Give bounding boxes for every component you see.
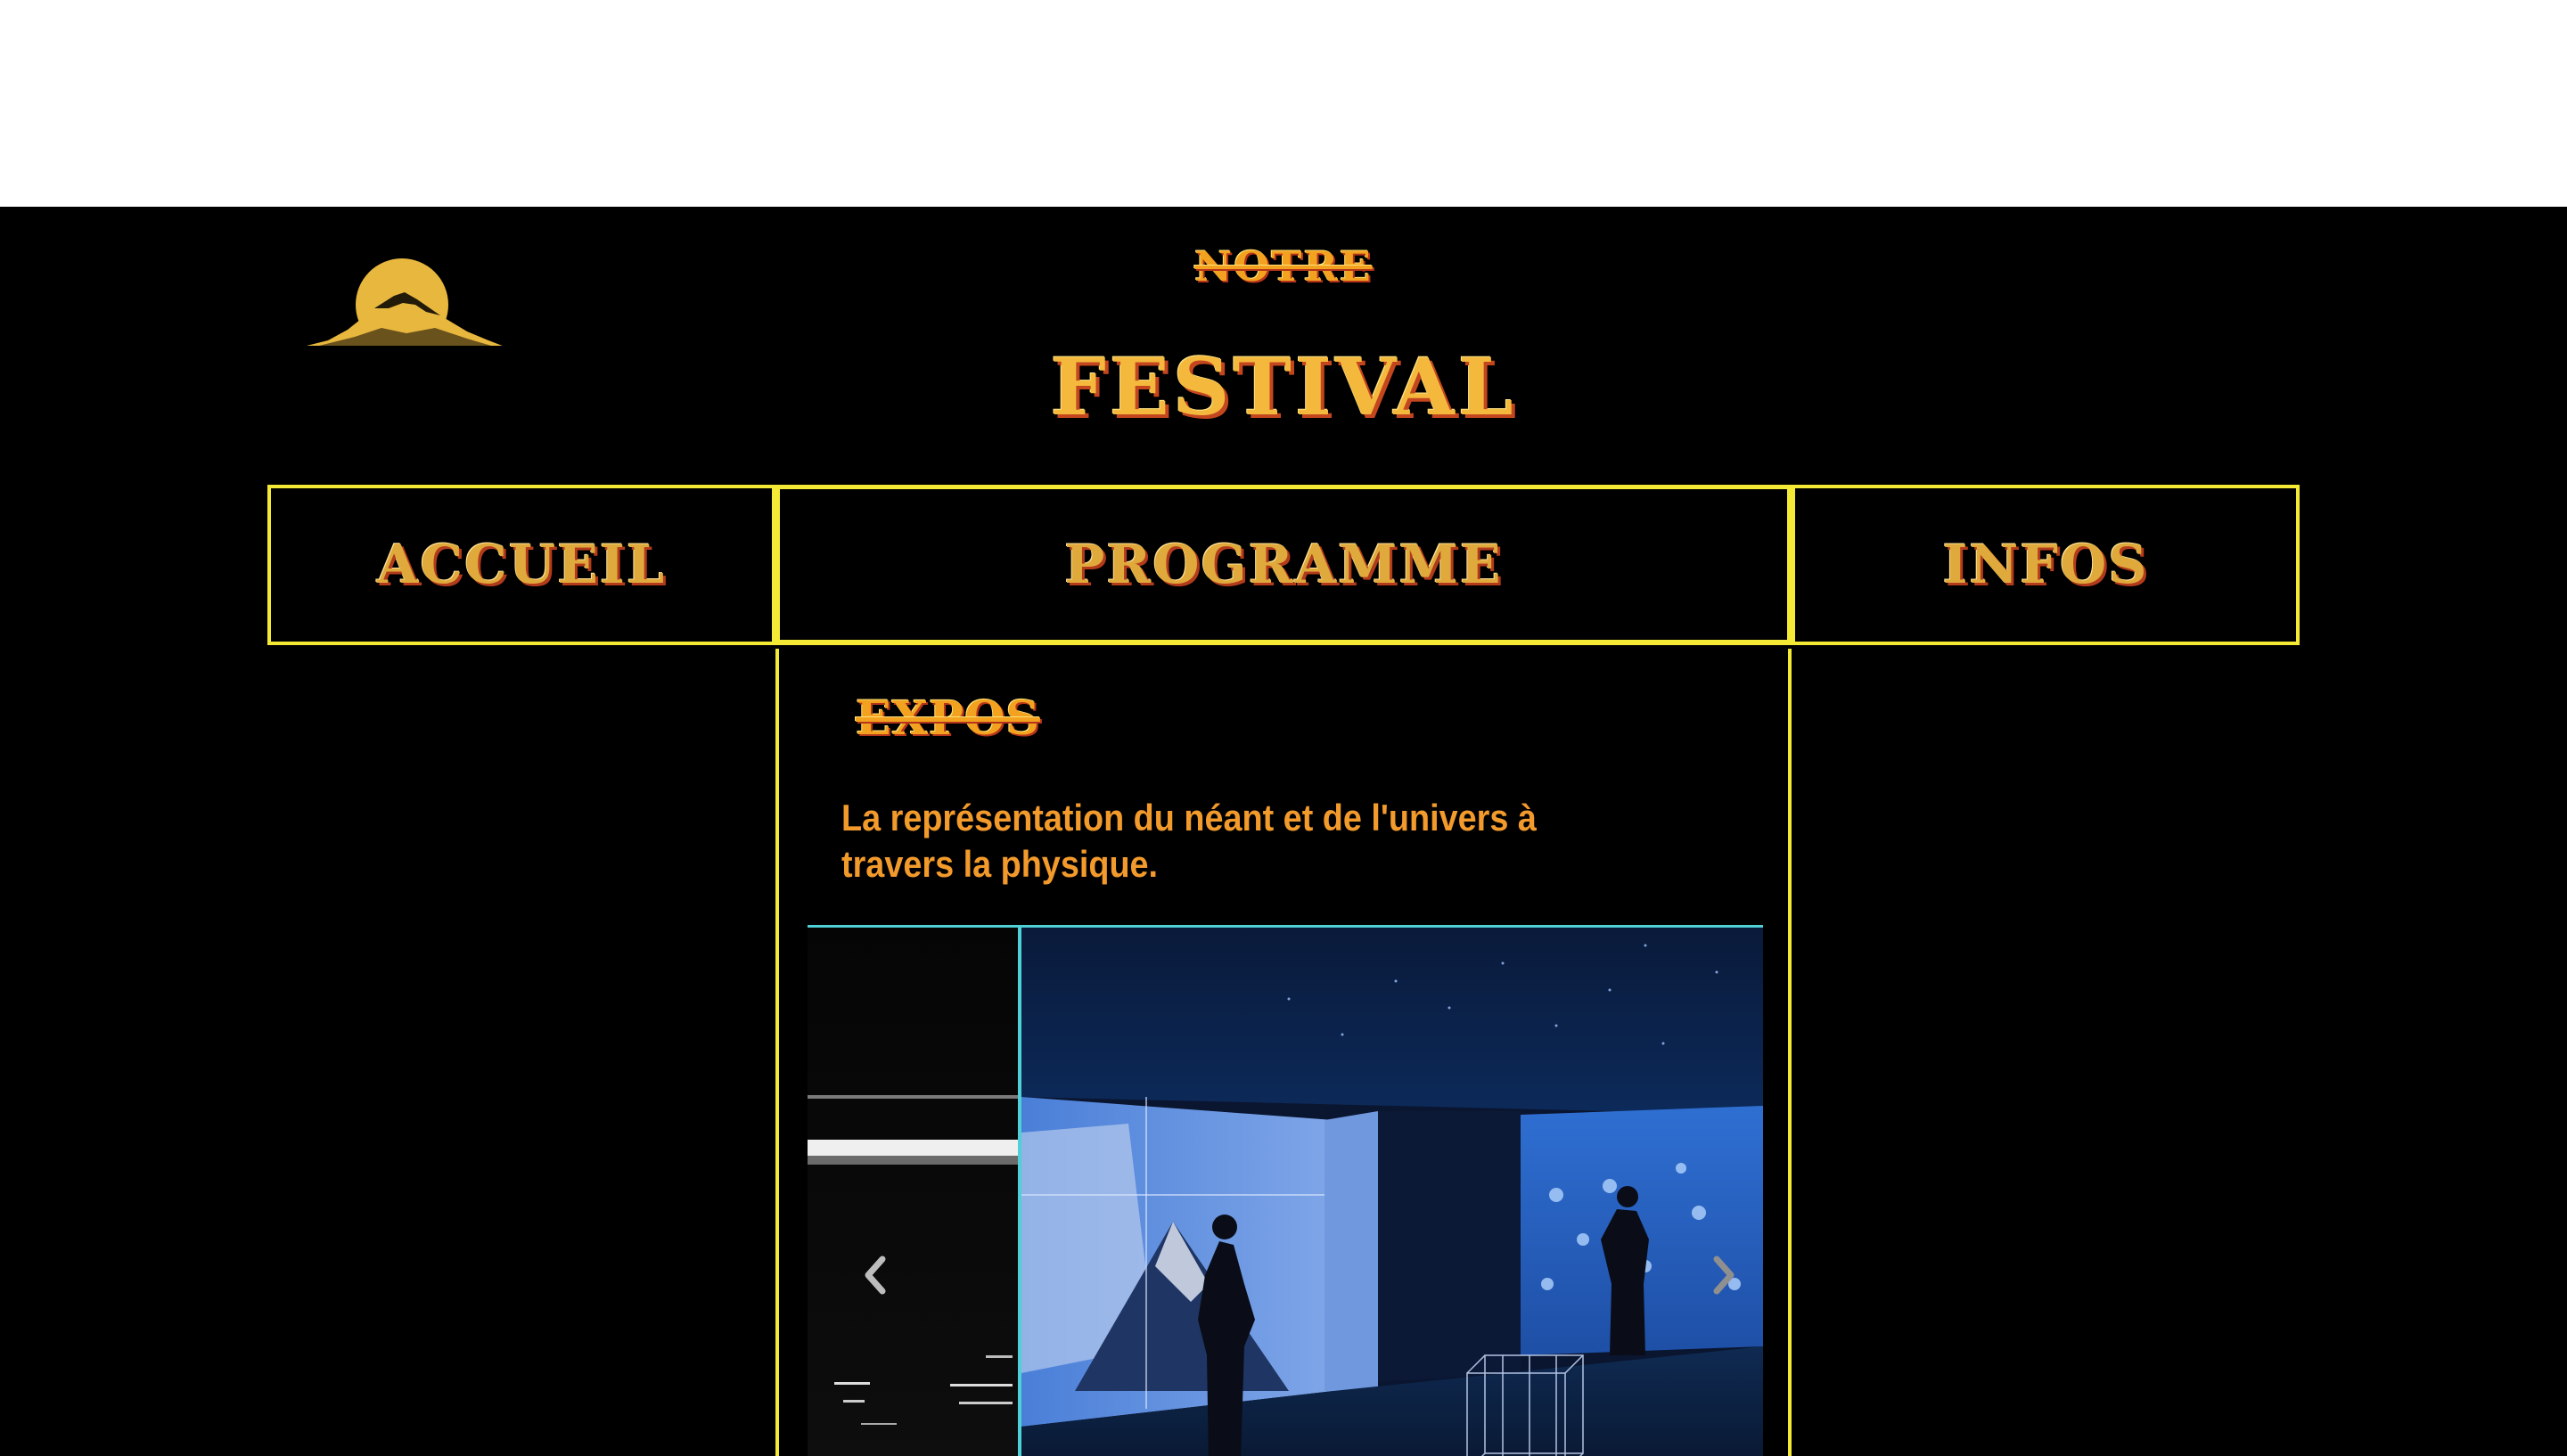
- nav-item-infos[interactable]: INFOS: [1792, 485, 2300, 645]
- nav-item-label: INFOS: [1942, 534, 2149, 596]
- page-stage: NOTRE FESTIVAL ACCUEIL PROGRAMME INFOS E…: [0, 207, 2567, 1456]
- image-carousel: [808, 925, 1763, 1456]
- carousel-slide-main: [1021, 928, 1763, 1456]
- section-heading[interactable]: EXPOS: [856, 691, 1040, 746]
- programme-dropdown-panel: EXPOS La représentation du néant et de l…: [775, 649, 1792, 1456]
- chevron-right-icon[interactable]: [1701, 1248, 1745, 1302]
- nav-item-label: PROGRAMME: [1064, 533, 1503, 596]
- nav-item-programme[interactable]: PROGRAMME: [775, 485, 1792, 645]
- nav-item-accueil[interactable]: ACCUEIL: [267, 485, 775, 645]
- header-title-top: NOTRE: [1194, 242, 1373, 290]
- carousel-slide-previous: [808, 928, 1021, 1456]
- nav-item-label: ACCUEIL: [376, 534, 667, 596]
- browser-blank-area: [0, 0, 2567, 207]
- mountain-sun-logo[interactable]: [292, 253, 512, 351]
- chevron-left-icon[interactable]: [854, 1248, 898, 1302]
- header-title-main: FESTIVAL: [1050, 340, 1517, 433]
- section-description: La représentation du néant et de l'unive…: [841, 797, 1537, 885]
